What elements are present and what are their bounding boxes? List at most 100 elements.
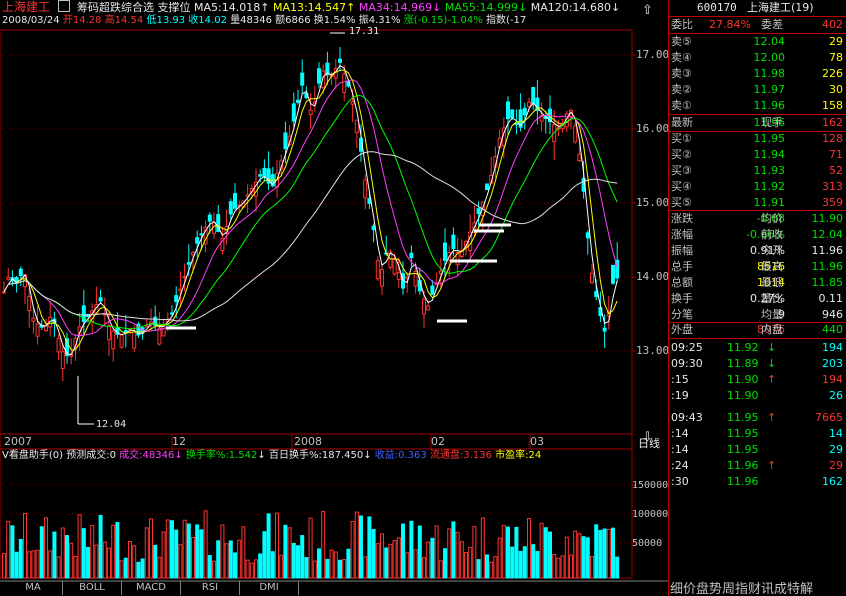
volume-bar [86, 546, 90, 579]
period-label[interactable]: 日线 [638, 435, 660, 451]
candle-body [132, 331, 137, 349]
volume-bar [409, 520, 414, 579]
candle-body [98, 297, 103, 302]
volume-bar [128, 541, 132, 579]
stat-value: 11.96 [811, 260, 844, 273]
volume-bar [590, 556, 594, 579]
ask-row-2: 卖③ 11.98 226 [669, 66, 846, 82]
tick-price: 11.90 [727, 373, 759, 386]
outer-inner-row: 外盘 8076 内盘 440 [671, 323, 843, 336]
ask-price: 11.98 [753, 67, 786, 80]
candle-body [119, 334, 124, 348]
volume-bar [23, 512, 27, 579]
candle-body [342, 73, 347, 94]
tick-row-6: :14 11.95 29 [669, 442, 846, 458]
tick-arrow-icon: ↑ [767, 373, 777, 386]
tick-volume: 26 [829, 389, 843, 402]
tick-time: 09:30 [671, 357, 703, 370]
volume-bar [480, 517, 485, 579]
tick-volume: 14 [829, 427, 843, 440]
bottom-ticker[interactable]: 细价盘势周指财讯成特解 [670, 578, 846, 596]
ask-price: 12.04 [753, 35, 786, 48]
tab-macd[interactable]: MACD [122, 581, 181, 595]
bid-price: 11.92 [753, 180, 786, 193]
bid-price: 11.95 [753, 132, 786, 145]
volume-bar [497, 537, 502, 579]
volume-bar [149, 518, 153, 579]
volume-bar [455, 531, 460, 579]
volume-bar [60, 527, 65, 579]
volume-bar [2, 553, 6, 579]
volume-bar [81, 528, 86, 579]
volume-bar [371, 528, 376, 579]
volume-bar [300, 535, 305, 579]
volume-bar [10, 525, 15, 579]
volume-bar [241, 526, 246, 579]
ask-volume: 226 [822, 67, 843, 80]
stat-label: 振幅 [671, 244, 693, 257]
volume-bar [443, 548, 447, 579]
candle-body [186, 262, 191, 265]
volume-bar [606, 528, 611, 579]
candle-body [18, 268, 23, 277]
volume-bar [342, 559, 347, 579]
tick-row-1: 09:30 11.89 ↓ 203 [669, 356, 846, 372]
price-tick-13: 13.00 [636, 344, 670, 357]
ask-label: 卖③ [671, 67, 692, 80]
candle-body [296, 99, 300, 103]
candle-body [56, 337, 61, 353]
up-arrow-icon[interactable]: ⇧ [642, 3, 653, 18]
tick-time: :30 [671, 475, 689, 488]
ask-price: 11.96 [753, 99, 786, 112]
tab-boll[interactable]: BOLL [63, 581, 122, 595]
volume-bar [275, 512, 279, 579]
tab-rsi[interactable]: RSI [181, 581, 240, 595]
volume-bar [447, 528, 452, 579]
candle-body [451, 234, 456, 250]
volume-bar [501, 524, 506, 579]
ask-volume: 30 [829, 83, 843, 96]
volume-bar [115, 521, 120, 579]
vol-indicator[interactable]: V看盘助手(0) [2, 450, 63, 461]
volume-bar [367, 516, 372, 579]
volume-bar [56, 556, 61, 579]
tick-arrow-icon: ↓ [767, 341, 777, 354]
tick-volume: 194 [822, 341, 843, 354]
volume-bar [535, 550, 540, 579]
bid-label: 买⑤ [671, 196, 692, 209]
tick-row-5: :14 11.95 14 [669, 426, 846, 442]
candle-body [300, 72, 305, 86]
volume-bar [354, 511, 359, 579]
volume-bar [31, 550, 36, 579]
volume-bar [422, 557, 426, 579]
volume-bar [543, 527, 548, 579]
volume-bar [611, 527, 615, 579]
volume-bar [317, 548, 321, 579]
candle-body [392, 259, 397, 275]
stat-label: 分笔 [671, 308, 693, 321]
tab-dmi[interactable]: DMI [240, 581, 299, 595]
tick-volume: 203 [822, 357, 843, 370]
kline-chart-area[interactable]: 上海建工 筹码超跌综合选 支撑位 MA5:14.018↑ MA13:14.547… [0, 0, 670, 596]
tick-volume: 29 [829, 443, 843, 456]
volume-bar [279, 554, 284, 579]
bid-volume: 359 [822, 196, 843, 209]
candle-body [107, 325, 111, 341]
volume-bar [258, 553, 263, 579]
volume-bar [426, 541, 431, 579]
volume-bar [401, 523, 405, 579]
volume-bar [522, 546, 527, 579]
kline-svg[interactable] [0, 0, 668, 596]
stat-row-4: 总额 1014 最低 11.85 [669, 275, 846, 291]
candle-body [531, 86, 536, 105]
tab-ma[interactable]: MA [4, 581, 63, 595]
ask-volume: 158 [822, 99, 843, 112]
bid-label: 买④ [671, 180, 692, 193]
candle-body [527, 101, 531, 107]
vol-tick-150000: 150000 [632, 480, 669, 491]
volume-bar [350, 520, 355, 579]
candle-body [430, 285, 435, 295]
volume-bar [195, 524, 200, 579]
volume-bar [392, 540, 397, 579]
inner-value: 440 [822, 323, 843, 336]
